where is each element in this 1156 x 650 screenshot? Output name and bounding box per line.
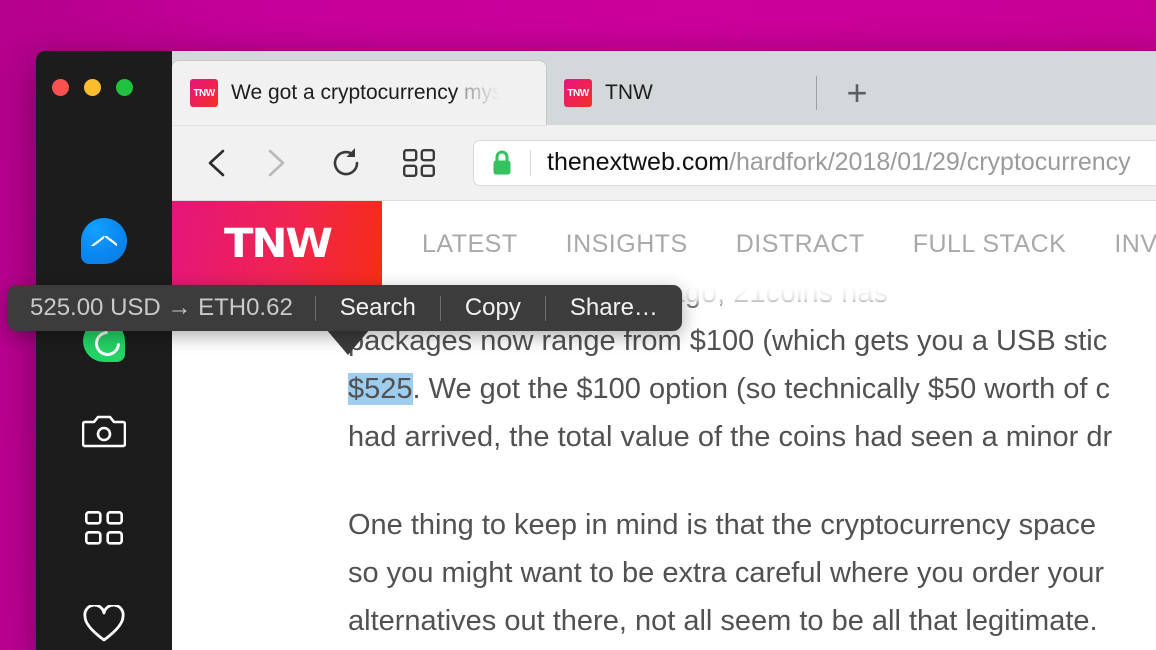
- chevron-right-icon: [268, 149, 285, 176]
- tab-overview-button[interactable]: [395, 139, 443, 187]
- grid-icon: [403, 148, 435, 177]
- tab-separator: [816, 76, 817, 110]
- messenger-icon: [81, 218, 127, 264]
- desktop-background: TNW We got a cryptocurrency mys TNW TNW …: [0, 0, 1156, 650]
- currency-conversion-value: 525.00 USD → ETH0.62: [30, 294, 293, 321]
- url-bar[interactable]: thenextweb.com/hardfork/2018/01/29/crypt…: [473, 139, 1156, 186]
- url-path: /hardfork/2018/01/29/cryptocurrency: [729, 148, 1131, 176]
- selected-text[interactable]: $525: [348, 373, 413, 405]
- article-line: so you might want to be extra careful wh…: [348, 557, 1104, 589]
- chevron-left-icon: [208, 149, 225, 176]
- url-text: thenextweb.com/hardfork/2018/01/29/crypt…: [547, 148, 1131, 177]
- context-menu-divider: [544, 295, 546, 321]
- sidebar-item-favorites[interactable]: [36, 594, 172, 650]
- article-line: alternatives out there, not all seem to …: [348, 605, 1098, 637]
- window-traffic-lights: [52, 79, 133, 96]
- tab-title-truncated: mys: [464, 81, 503, 104]
- site-nav: LATEST INSIGHTS DISTRACT FULL STACK INVE…: [382, 201, 1156, 287]
- url-host: thenextweb.com: [547, 148, 730, 176]
- close-button[interactable]: [52, 79, 69, 96]
- article-line: had arrived, the total value of the coin…: [348, 421, 1113, 453]
- reload-button[interactable]: [322, 139, 370, 187]
- context-menu-search[interactable]: Search: [338, 294, 418, 322]
- article-line-selected: $525. We got the $100 option (so technic…: [348, 365, 1156, 413]
- sidebar-item-camera[interactable]: [36, 401, 172, 461]
- context-menu: 525.00 USD → ETH0.62 Search Copy Share…: [8, 285, 682, 331]
- article-line-text: . We got the $100 option (so technically…: [412, 373, 1111, 405]
- context-menu-arrow: [326, 329, 370, 355]
- padlock-icon: [493, 150, 511, 174]
- url-separator: [530, 149, 531, 176]
- nav-item-invest[interactable]: INVES: [1114, 230, 1156, 259]
- article-line: One thing to keep in mind is that the cr…: [348, 509, 1096, 541]
- new-tab-button[interactable]: +: [835, 71, 879, 115]
- context-menu-divider: [439, 295, 441, 321]
- tnw-logo[interactable]: TNW: [172, 201, 382, 287]
- maximize-button[interactable]: [116, 79, 133, 96]
- apps-grid-icon: [85, 511, 123, 545]
- nav-item-distract[interactable]: DISTRACT: [736, 230, 865, 259]
- article-body: two weeks ago, 21coins has packages now …: [172, 287, 1156, 645]
- sidebar-item-apps[interactable]: [36, 498, 172, 558]
- tab-bar: TNW We got a cryptocurrency mys TNW TNW …: [172, 51, 1156, 125]
- context-menu-copy[interactable]: Copy: [463, 294, 523, 322]
- browser-chrome: TNW We got a cryptocurrency mys TNW TNW …: [172, 51, 1156, 650]
- browser-window: TNW We got a cryptocurrency mys TNW TNW …: [36, 51, 1156, 650]
- reload-icon: [333, 147, 359, 175]
- tnw-favicon: TNW: [190, 79, 218, 107]
- minimize-button[interactable]: [84, 79, 101, 96]
- tab-title-text: We got a cryptocurrency: [231, 81, 465, 104]
- heart-icon: [83, 605, 125, 642]
- tab-title: We got a cryptocurrency mys: [231, 81, 503, 105]
- web-page: TNW LATEST INSIGHTS DISTRACT FULL STACK …: [172, 201, 1156, 650]
- context-menu-divider: [314, 295, 316, 321]
- browser-toolbar: thenextweb.com/hardfork/2018/01/29/crypt…: [172, 125, 1156, 201]
- forward-button[interactable]: [251, 139, 299, 187]
- sidebar-item-messenger[interactable]: [36, 211, 172, 271]
- app-sidebar: [36, 51, 172, 650]
- back-button[interactable]: [194, 139, 242, 187]
- context-menu-share[interactable]: Share…: [568, 294, 660, 322]
- nav-item-latest[interactable]: LATEST: [422, 230, 518, 259]
- site-header: TNW LATEST INSIGHTS DISTRACT FULL STACK …: [172, 201, 1156, 287]
- nav-item-full-stack[interactable]: FULL STACK: [913, 230, 1067, 259]
- article-line-text: $100 (which gets you a USB stic: [689, 325, 1108, 357]
- camera-icon: [82, 415, 126, 448]
- tab-title-text: TNW: [605, 81, 653, 104]
- tnw-wordmark: TNW: [223, 221, 333, 267]
- browser-tab-active[interactable]: TNW We got a cryptocurrency mys: [172, 61, 546, 125]
- nav-item-insights[interactable]: INSIGHTS: [566, 230, 688, 259]
- tnw-favicon: TNW: [564, 79, 592, 107]
- browser-tab-inactive[interactable]: TNW TNW: [546, 61, 788, 125]
